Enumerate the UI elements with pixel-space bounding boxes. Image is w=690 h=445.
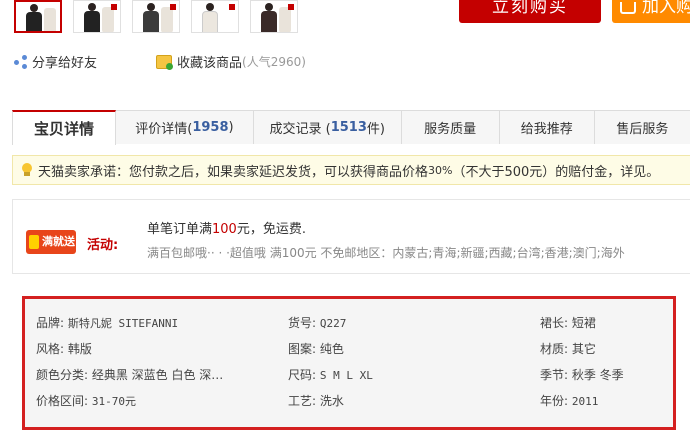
activity-detail-text: 满百包邮哦·· · ·超值哦 满100元 不免邮地区：内蒙古;青海;新疆;西藏;… (147, 246, 625, 260)
tab-label: 服务质量 (424, 122, 477, 137)
cart-icon (620, 2, 636, 14)
attr-pattern: 图案: 纯色 (288, 342, 344, 356)
detail-tabs: 宝贝详情 评价详情(1958) 成交记录 (1513 件) 服务质量 给我推荐 售… (12, 110, 690, 145)
activity-text-suffix: 元，免运费. (236, 222, 306, 237)
activity-main-text: 单笔订单满100元，免运费. (147, 218, 306, 237)
attr-item-no: 货号: Q227 (288, 316, 347, 330)
attr-skirt-length: 裙长: 短裙 (540, 316, 596, 330)
share-link[interactable]: 分享给好友 (14, 52, 97, 71)
tab-count: 1513 (330, 120, 367, 135)
favorite-folder-icon (156, 54, 173, 70)
attr-year: 年份: 2011 (540, 394, 599, 408)
promise-suffix[interactable]: （不大于500元）的赔付金，详见。 (452, 161, 659, 180)
product-thumbnails (14, 0, 298, 33)
add-to-cart-button[interactable]: 加入购 (612, 0, 690, 23)
tab-reviews[interactable]: 评价详情(1958) (114, 110, 254, 144)
gift-badge-icon: 满就送 (26, 230, 76, 254)
lightbulb-icon (21, 163, 33, 177)
attr-brand: 品牌: 斯特凡妮 SITEFANNI (36, 316, 179, 330)
attr-season: 季节: 秋季 冬季 (540, 368, 624, 382)
attr-style: 风格: 韩版 (36, 342, 92, 356)
seller-promise-bar: 天猫卖家承诺：您付款之后，如果卖家延迟发货，可以获得商品价格 30% （不大于500… (12, 155, 690, 185)
favorite-link[interactable]: 收藏该商品 (人气2960) (156, 52, 306, 71)
tab-label-tail: 件) (366, 122, 385, 137)
product-thumbnail[interactable] (73, 0, 121, 33)
tab-label-tail: ) (228, 120, 234, 135)
share-row: 分享给好友 收藏该商品 (人气2960) (14, 52, 690, 72)
favorite-count: (人气2960) (242, 55, 306, 69)
attr-size: 尺码: S M L XL (288, 368, 373, 382)
product-thumbnail[interactable] (191, 0, 239, 33)
promotion-activity: 满就送 活动: 单笔订单满100元，免运费. 满百包邮哦·· · ·超值哦 满1… (12, 199, 690, 274)
tab-label: 评价详情( (135, 122, 193, 137)
tab-item-details[interactable]: 宝贝详情 (12, 110, 116, 145)
favorite-label: 收藏该商品 (177, 56, 243, 71)
tab-transactions[interactable]: 成交记录 (1513 件) (252, 110, 402, 144)
attr-material: 材质: 其它 (540, 342, 596, 356)
tab-label: 售后服务 (616, 122, 669, 137)
activity-label: 活动: (87, 238, 119, 253)
activity-amount: 100 (212, 222, 237, 237)
activity-text-prefix: 单笔订单满 (147, 222, 213, 237)
tab-label: 给我推荐 (520, 122, 573, 137)
attr-craft: 工艺: 洗水 (288, 394, 344, 408)
product-thumbnail[interactable] (132, 0, 180, 33)
tab-after-sales[interactable]: 售后服务 (593, 110, 690, 144)
attr-color: 颜色分类: 经典黑 深蓝色 白色 深… (36, 368, 224, 382)
product-attributes: 品牌: 斯特凡妮 SITEFANNI 风格: 韩版 颜色分类: 经典黑 深蓝色 … (22, 296, 676, 430)
product-thumbnail[interactable] (250, 0, 298, 33)
tab-recommend[interactable]: 给我推荐 (498, 110, 595, 144)
tab-service-quality[interactable]: 服务质量 (400, 110, 500, 144)
tab-count: 1958 (192, 120, 229, 135)
promise-percent: 30% (428, 163, 453, 177)
share-icon (14, 54, 28, 69)
buy-now-button[interactable]: 立刻购买 (459, 0, 601, 23)
product-thumbnail[interactable] (14, 0, 62, 33)
share-label: 分享给好友 (32, 56, 98, 71)
attr-price-range: 价格区间: 31-70元 (36, 394, 136, 408)
tab-label: 成交记录 ( (269, 122, 331, 137)
add-to-cart-label: 加入购 (642, 0, 690, 17)
tab-label: 宝贝详情 (33, 120, 94, 138)
promise-text: 天猫卖家承诺：您付款之后，如果卖家延迟发货，可以获得商品价格 (38, 164, 429, 180)
